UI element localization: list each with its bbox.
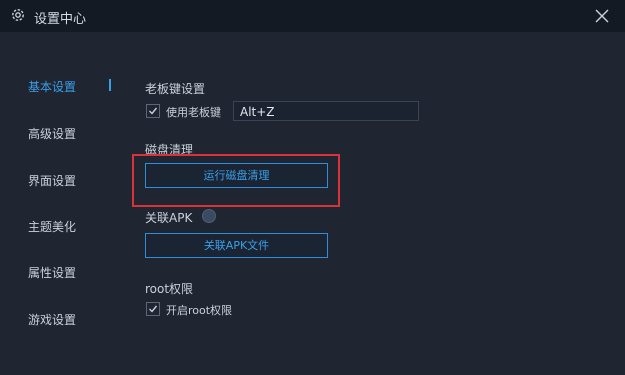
root-permission-checkbox-label: 开启root权限 (166, 304, 233, 317)
active-indicator (109, 79, 111, 91)
title-bar: 设置中心 (0, 0, 625, 32)
gear-icon (12, 9, 24, 21)
root-permission-title: root权限 (145, 282, 194, 296)
root-permission-checkbox[interactable] (146, 302, 160, 316)
run-disk-cleanup-button[interactable]: 运行磁盘清理 (145, 163, 328, 188)
checkmark-icon (149, 305, 158, 313)
boss-key-title: 老板键设置 (145, 82, 206, 96)
apk-association-title: 关联APK (145, 211, 193, 225)
boss-key-checkbox-label: 使用老板键 (166, 106, 221, 119)
close-icon[interactable] (591, 5, 613, 27)
window-title: 设置中心 (34, 12, 87, 27)
info-icon[interactable] (202, 209, 216, 223)
sidebar-item-property-settings[interactable]: 属性设置 (28, 264, 76, 281)
sidebar-item-game-settings[interactable]: 游戏设置 (28, 311, 76, 328)
hotkey-input[interactable]: Alt+Z (233, 101, 419, 121)
sidebar-item-advanced-settings[interactable]: 高级设置 (28, 125, 76, 142)
sidebar-item-theme[interactable]: 主题美化 (28, 218, 76, 235)
checkmark-icon (149, 107, 158, 115)
associate-apk-button[interactable]: 关联APK文件 (145, 233, 328, 258)
boss-key-checkbox[interactable] (146, 104, 160, 118)
sidebar-item-interface-settings[interactable]: 界面设置 (28, 172, 76, 189)
sidebar-item-basic-settings[interactable]: 基本设置 (28, 78, 76, 95)
